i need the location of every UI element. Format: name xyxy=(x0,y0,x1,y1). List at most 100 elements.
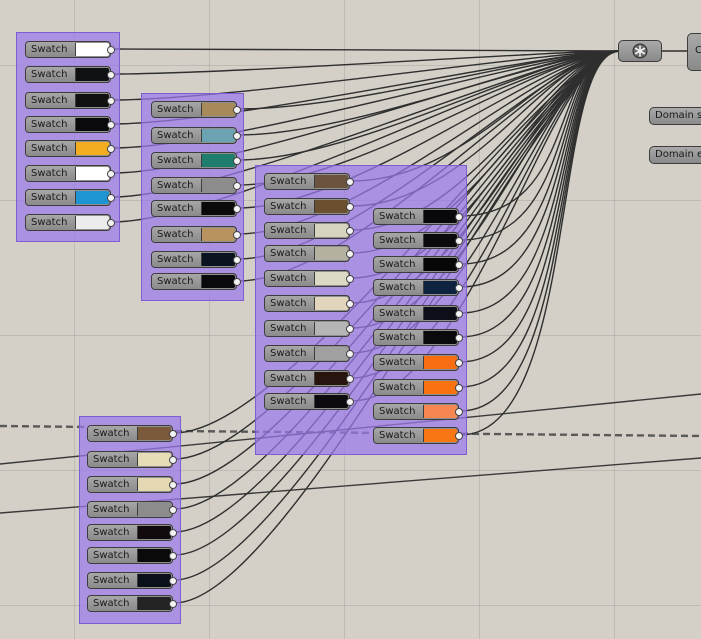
swatch-e-7[interactable]: Swatch xyxy=(87,572,177,589)
output-grip[interactable] xyxy=(169,600,177,608)
output-grip[interactable] xyxy=(233,256,241,264)
swatch-b-3[interactable]: Swatch xyxy=(151,152,241,169)
swatch-b-5[interactable]: Swatch xyxy=(151,200,241,217)
output-grip[interactable] xyxy=(107,46,115,54)
swatch-b-4[interactable]: Swatch xyxy=(151,177,241,194)
swatch-a-2[interactable]: Swatch xyxy=(25,66,115,83)
swatch-label: Swatch xyxy=(265,394,314,409)
swatch-e-5[interactable]: Swatch xyxy=(87,524,177,541)
output-grip[interactable] xyxy=(233,182,241,190)
swatch-a-3[interactable]: Swatch xyxy=(25,92,115,109)
swatch-d-2[interactable]: Swatch xyxy=(373,232,463,249)
swatch-b-8[interactable]: Swatch xyxy=(151,273,241,290)
domain-start-param[interactable]: Domain st xyxy=(649,107,701,125)
swatch-group-b[interactable] xyxy=(141,93,244,301)
output-grip[interactable] xyxy=(107,97,115,105)
output-grip[interactable] xyxy=(107,170,115,178)
output-grip[interactable] xyxy=(233,231,241,239)
output-grip[interactable] xyxy=(107,219,115,227)
output-grip[interactable] xyxy=(455,334,463,342)
output-grip[interactable] xyxy=(455,261,463,269)
output-grip[interactable] xyxy=(455,310,463,318)
output-grip[interactable] xyxy=(346,250,354,258)
swatch-d-7[interactable]: Swatch xyxy=(373,354,463,371)
swatch-c-5[interactable]: Swatch xyxy=(264,270,354,287)
output-grip[interactable] xyxy=(233,278,241,286)
swatch-d-6[interactable]: Swatch xyxy=(373,329,463,346)
output-grip[interactable] xyxy=(455,432,463,440)
swatch-a-6[interactable]: Swatch xyxy=(25,165,115,182)
output-grip[interactable] xyxy=(346,398,354,406)
output-grip[interactable] xyxy=(169,506,177,514)
output-grip[interactable] xyxy=(455,384,463,392)
swatch-c-1[interactable]: Swatch xyxy=(264,173,354,190)
swatch-b-6[interactable]: Swatch xyxy=(151,226,241,243)
swatch-label: Swatch xyxy=(265,271,314,286)
output-grip[interactable] xyxy=(455,359,463,367)
output-grip[interactable] xyxy=(233,132,241,140)
swatch-d-9[interactable]: Swatch xyxy=(373,403,463,420)
output-grip[interactable] xyxy=(169,552,177,560)
output-grip[interactable] xyxy=(346,275,354,283)
swatch-a-4[interactable]: Swatch xyxy=(25,116,115,133)
swatch-b-7[interactable]: Swatch xyxy=(151,251,241,268)
output-grip[interactable] xyxy=(346,203,354,211)
swatch-label: Swatch xyxy=(88,426,137,441)
output-grip[interactable] xyxy=(169,430,177,438)
right-component[interactable]: C xyxy=(687,33,701,71)
output-grip[interactable] xyxy=(346,178,354,186)
swatch-a-7[interactable]: Swatch xyxy=(25,189,115,206)
swatch-group-e[interactable] xyxy=(79,416,181,624)
swatch-label: Swatch xyxy=(265,321,314,336)
swatch-b-2[interactable]: Swatch xyxy=(151,127,241,144)
output-grip[interactable] xyxy=(346,300,354,308)
output-grip[interactable] xyxy=(107,121,115,129)
swatch-d-8[interactable]: Swatch xyxy=(373,379,463,396)
output-grip[interactable] xyxy=(455,284,463,292)
swatch-e-3[interactable]: Swatch xyxy=(87,476,177,493)
output-grip[interactable] xyxy=(346,375,354,383)
output-grip[interactable] xyxy=(169,456,177,464)
output-grip[interactable] xyxy=(233,106,241,114)
swatch-d-5[interactable]: Swatch xyxy=(373,305,463,322)
swatch-e-4[interactable]: Swatch xyxy=(87,501,177,518)
swatch-c-10[interactable]: Swatch xyxy=(264,393,354,410)
gradient-node[interactable] xyxy=(618,40,662,62)
output-grip[interactable] xyxy=(169,529,177,537)
domain-end-param[interactable]: Domain e xyxy=(649,146,701,164)
swatch-c-9[interactable]: Swatch xyxy=(264,370,354,387)
swatch-a-8[interactable]: Swatch xyxy=(25,214,115,231)
swatch-c-6[interactable]: Swatch xyxy=(264,295,354,312)
swatch-a-1[interactable]: Swatch xyxy=(25,41,115,58)
output-grip[interactable] xyxy=(107,194,115,202)
output-grip[interactable] xyxy=(455,213,463,221)
swatch-e-1[interactable]: Swatch xyxy=(87,425,177,442)
swatch-e-2[interactable]: Swatch xyxy=(87,451,177,468)
output-grip[interactable] xyxy=(455,408,463,416)
swatch-a-5[interactable]: Swatch xyxy=(25,140,115,157)
swatch-e-6[interactable]: Swatch xyxy=(87,547,177,564)
swatch-c-8[interactable]: Swatch xyxy=(264,345,354,362)
swatch-c-4[interactable]: Swatch xyxy=(264,245,354,262)
swatch-d-10[interactable]: Swatch xyxy=(373,427,463,444)
swatch-d-3[interactable]: Swatch xyxy=(373,256,463,273)
swatch-group-a[interactable] xyxy=(16,32,120,242)
output-grip[interactable] xyxy=(233,157,241,165)
output-grip[interactable] xyxy=(346,325,354,333)
swatch-d-1[interactable]: Swatch xyxy=(373,208,463,225)
output-grip[interactable] xyxy=(107,145,115,153)
swatch-c-7[interactable]: Swatch xyxy=(264,320,354,337)
output-grip[interactable] xyxy=(346,227,354,235)
swatch-c-2[interactable]: Swatch xyxy=(264,198,354,215)
output-grip[interactable] xyxy=(233,205,241,213)
swatch-e-8[interactable]: Swatch xyxy=(87,595,177,612)
output-grip[interactable] xyxy=(455,237,463,245)
output-grip[interactable] xyxy=(169,577,177,585)
output-grip[interactable] xyxy=(169,481,177,489)
output-grip[interactable] xyxy=(107,71,115,79)
grasshopper-canvas[interactable]: Swatch Swatch Swatch Swatch Swatch Swatch Swat… xyxy=(0,0,701,639)
swatch-b-1[interactable]: Swatch xyxy=(151,101,241,118)
output-grip[interactable] xyxy=(346,350,354,358)
swatch-d-4[interactable]: Swatch xyxy=(373,279,463,296)
swatch-c-3[interactable]: Swatch xyxy=(264,222,354,239)
